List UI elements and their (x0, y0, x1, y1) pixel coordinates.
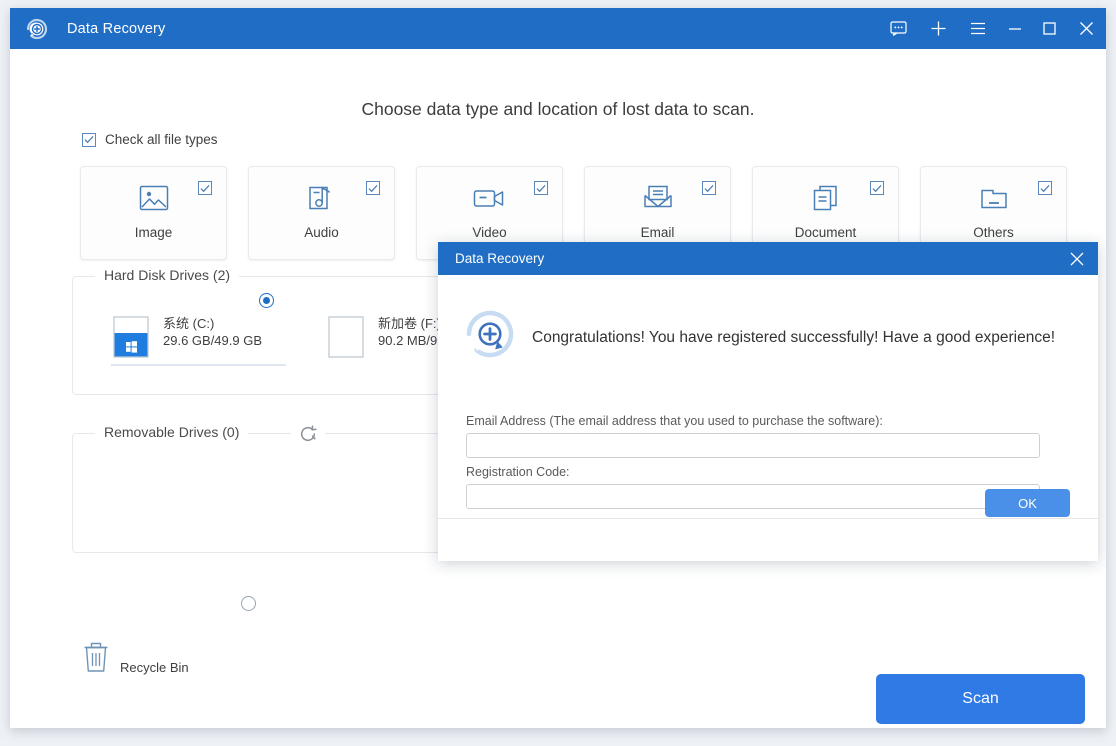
dialog-close-button[interactable] (1056, 242, 1098, 275)
checkmark-icon (704, 184, 714, 192)
drive-icon-volume (328, 316, 364, 363)
email-input[interactable] (466, 433, 1040, 458)
app-logo-icon (24, 16, 50, 42)
drive-name: 新加卷 (F:) (378, 316, 441, 331)
file-type-label: Audio (304, 225, 339, 240)
add-button[interactable] (918, 8, 958, 49)
drive-name: 系统 (C:) (163, 316, 215, 331)
video-icon (471, 183, 509, 218)
document-icon (809, 183, 843, 218)
close-button[interactable] (1066, 8, 1106, 49)
checkmark-icon (1040, 184, 1050, 192)
feedback-button[interactable] (878, 8, 918, 49)
maximize-icon (1042, 22, 1056, 35)
file-type-card-audio[interactable]: Audio (248, 166, 395, 260)
ok-button[interactable]: OK (985, 489, 1070, 517)
file-type-label: Document (794, 225, 857, 240)
refresh-icon[interactable] (291, 423, 325, 450)
file-type-label: Video (472, 225, 507, 240)
dialog-message: Congratulations! You have registered suc… (532, 329, 1056, 346)
image-icon (137, 183, 171, 218)
file-type-label: Others (973, 225, 1014, 240)
file-type-card-image[interactable]: Image (80, 166, 227, 260)
file-type-checkbox-image[interactable] (198, 181, 212, 195)
menu-button[interactable] (958, 8, 998, 49)
trash-icon (82, 639, 110, 678)
recycle-bin-label: Recycle Bin (120, 660, 189, 675)
email-field-label: Email Address (The email address that yo… (466, 414, 883, 428)
window-title: Data Recovery (67, 20, 166, 37)
close-icon (1079, 22, 1093, 35)
drive-size: 29.6 GB/49.9 GB (163, 333, 263, 348)
file-type-checkbox-audio[interactable] (366, 181, 380, 195)
check-all-checkbox[interactable] (82, 132, 96, 147)
removable-drives-label: Removable Drives (0) (95, 424, 249, 440)
email-icon (641, 183, 675, 218)
audio-icon (305, 183, 339, 218)
dialog-title: Data Recovery (455, 251, 545, 266)
page-title: Choose data type and location of lost da… (361, 99, 755, 119)
application-window: Data Recovery Choose data type and locat… (10, 8, 1106, 728)
checkmark-icon (200, 184, 210, 192)
dialog-footer: OK (438, 489, 1098, 561)
file-type-checkbox-document[interactable] (870, 181, 884, 195)
registration-code-input[interactable] (466, 484, 1040, 509)
folder-icon (977, 183, 1011, 218)
scan-button[interactable]: Scan (876, 674, 1085, 724)
dialog-title-bar: Data Recovery (438, 242, 1098, 275)
registration-dialog: Data Recovery Congratulations! You have … (438, 242, 1098, 561)
hamburger-icon (971, 22, 985, 35)
file-type-label: Image (134, 225, 173, 240)
checkmark-icon (84, 135, 94, 144)
chat-bubble-icon (889, 21, 907, 36)
file-type-checkbox-others[interactable] (1038, 181, 1052, 195)
checkmark-icon (536, 184, 546, 192)
check-all-file-types[interactable]: Check all file types (82, 132, 218, 147)
dialog-logo-icon (462, 306, 518, 367)
drive-icon-system (113, 316, 149, 363)
drive-radio-c[interactable] (259, 293, 274, 308)
plus-icon (931, 21, 945, 36)
file-type-label: Email (640, 225, 675, 240)
checkmark-icon (368, 184, 378, 192)
registration-code-label: Registration Code: (466, 465, 570, 479)
minimize-icon (1009, 27, 1021, 30)
check-all-label: Check all file types (105, 132, 218, 147)
checkmark-icon (872, 184, 882, 192)
drive-item-c[interactable]: 系统 (C:) 29.6 GB/49.9 GB (91, 293, 291, 366)
hard-disk-drives-label: Hard Disk Drives (2) (95, 267, 240, 283)
dialog-body: Congratulations! You have registered suc… (438, 275, 1098, 518)
close-icon (1070, 252, 1084, 265)
recycle-bin-item[interactable]: Recycle Bin (82, 639, 189, 678)
recycle-bin-radio[interactable] (241, 596, 256, 611)
file-type-checkbox-email[interactable] (702, 181, 716, 195)
maximize-button[interactable] (1032, 8, 1066, 49)
title-bar: Data Recovery (10, 8, 1106, 49)
file-type-checkbox-video[interactable] (534, 181, 548, 195)
minimize-button[interactable] (998, 8, 1032, 49)
drive-underline (111, 364, 286, 366)
